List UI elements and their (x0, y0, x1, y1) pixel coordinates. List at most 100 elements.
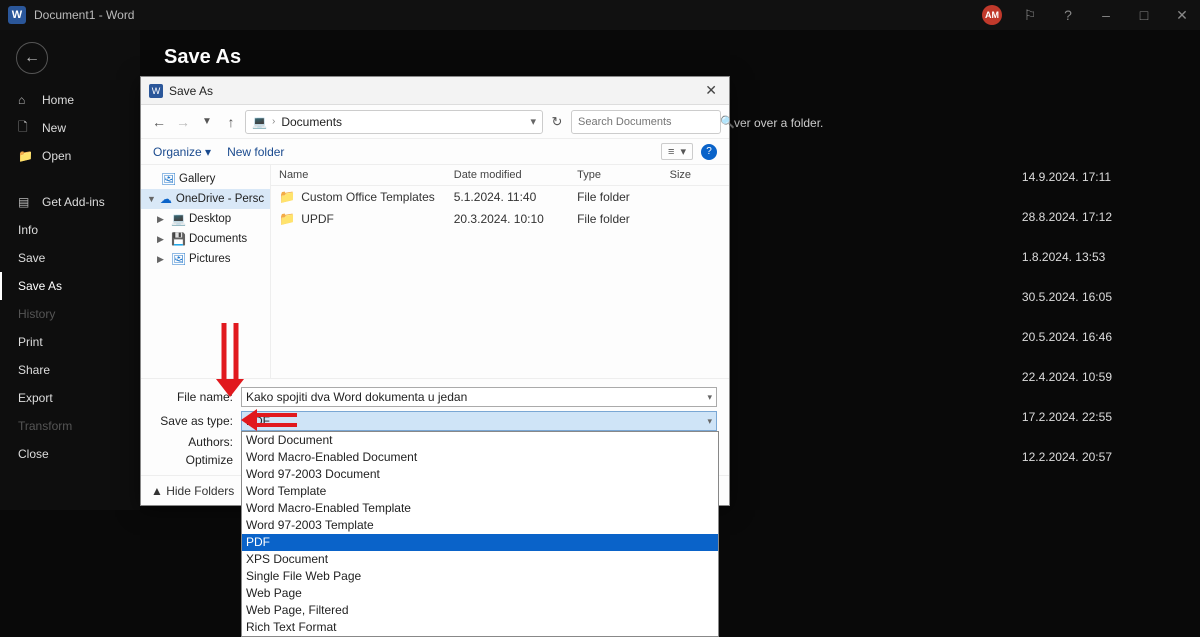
nav-up-button[interactable]: ↑ (221, 114, 241, 130)
col-header-type[interactable]: Type (577, 169, 670, 181)
expand-icon[interactable]: ▶ (157, 214, 167, 225)
sidebar-label: Share (18, 363, 50, 377)
optimize-label: Optimize (153, 453, 233, 467)
pictures-icon: 🖼 (171, 252, 185, 266)
view-toggle-button[interactable]: ≡ ▾ (661, 143, 693, 160)
minimize-button[interactable]: – (1096, 7, 1116, 23)
dropdown-option[interactable]: Word Macro-Enabled Document (242, 449, 718, 466)
dropdown-option[interactable]: Word Macro-Enabled Template (242, 500, 718, 517)
sidebar-label: Print (18, 335, 43, 349)
filename-input[interactable]: Kako spojiti dva Word dokumenta u jedan▾ (241, 387, 717, 407)
dropdown-option[interactable]: XPS Document (242, 551, 718, 568)
saveas-type-select[interactable]: PDF▾ (241, 411, 717, 431)
organize-button[interactable]: Organize ▾ (153, 145, 211, 159)
dropdown-option[interactable]: Word 97-2003 Document (242, 466, 718, 483)
sidebar-label: New (42, 121, 66, 135)
sidebar-item-share[interactable]: Share (0, 356, 140, 384)
nav-back-button[interactable]: ← (149, 114, 169, 130)
close-window-button[interactable]: ✕ (1172, 7, 1192, 24)
disk-icon: 💾 (171, 232, 185, 246)
backstage-content: Save As ver over a folder. 14.9.2024. 17… (140, 30, 1200, 510)
sidebar-item-info[interactable]: Info (0, 216, 140, 244)
chevron-down-icon[interactable]: ▾ (707, 416, 712, 427)
col-header-size[interactable]: Size (670, 169, 721, 181)
recent-dates-column: 14.9.2024. 17:11 28.8.2024. 17:12 1.8.20… (1022, 170, 1112, 464)
tree-item-onedrive[interactable]: ▼☁OneDrive - Persc (141, 189, 270, 209)
tree-item-gallery[interactable]: 🖼Gallery (141, 169, 270, 189)
open-icon: 📁 (18, 149, 32, 163)
file-row[interactable]: 📁Custom Office Templates 5.1.2024. 11:40… (271, 186, 729, 208)
sidebar-item-export[interactable]: Export (0, 384, 140, 412)
dialog-nav-bar: ← → ▼ ↑ 💻 › Documents ▾ ↻ 🔍 (141, 105, 729, 139)
nav-forward-button[interactable]: → (173, 114, 193, 130)
dialog-toolbar: Organize ▾ New folder ≡ ▾ ? (141, 139, 729, 165)
sidebar-item-saveas[interactable]: Save As (0, 272, 140, 300)
dropdown-option[interactable]: Web Page, Filtered (242, 602, 718, 619)
new-folder-button[interactable]: New folder (227, 145, 284, 159)
search-input[interactable] (578, 116, 720, 128)
search-box[interactable]: 🔍 (571, 110, 721, 134)
collapse-icon[interactable]: ▼ (147, 194, 156, 204)
dropdown-option[interactable]: PDF (242, 534, 718, 551)
recent-date: 28.8.2024. 17:12 (1022, 210, 1112, 224)
restore-button[interactable]: □ (1134, 7, 1154, 23)
col-header-name[interactable]: Name (279, 169, 454, 181)
tree-item-pictures[interactable]: ▶🖼Pictures (141, 249, 270, 269)
dropdown-option[interactable]: Web Page (242, 585, 718, 602)
dropdown-option[interactable]: Word Document (242, 432, 718, 449)
sidebar-item-print[interactable]: Print (0, 328, 140, 356)
back-button[interactable]: ← (16, 42, 48, 74)
sidebar-item-close[interactable]: Close (0, 440, 140, 468)
dropdown-option[interactable]: Word 97-2003 Template (242, 517, 718, 534)
saveas-dialog: W Save As ✕ ← → ▼ ↑ 💻 › Documents ▾ ↻ 🔍 (140, 76, 730, 506)
folder-icon: 📁 (279, 189, 295, 204)
recent-date: 20.5.2024. 16:46 (1022, 330, 1112, 344)
dropdown-option[interactable]: Word Template (242, 483, 718, 500)
expand-icon[interactable]: ▶ (157, 234, 167, 245)
address-bar[interactable]: 💻 › Documents ▾ (245, 110, 543, 134)
sidebar-item-save[interactable]: Save (0, 244, 140, 272)
dialog-titlebar: W Save As ✕ (141, 77, 729, 105)
recent-date: 12.2.2024. 20:57 (1022, 450, 1112, 464)
home-icon: ⌂ (18, 93, 32, 107)
word-app-icon: W (8, 6, 26, 24)
file-row[interactable]: 📁UPDF 20.3.2024. 10:10 File folder (271, 208, 729, 230)
expand-icon[interactable]: ▶ (157, 254, 167, 265)
gallery-icon: 🖼 (161, 172, 175, 186)
sidebar-item-history: History (0, 300, 140, 328)
tree-item-desktop[interactable]: ▶💻Desktop (141, 209, 270, 229)
search-icon[interactable]: 🔍 (720, 115, 735, 129)
saveas-type-label: Save as type: (153, 414, 233, 428)
nav-recent-button[interactable]: ▼ (197, 116, 217, 127)
feedback-icon[interactable]: ⚐ (1020, 7, 1040, 24)
sidebar-item-transform: Transform (0, 412, 140, 440)
path-segment[interactable]: Documents (281, 115, 342, 129)
saveas-type-dropdown[interactable]: Word DocumentWord Macro-Enabled Document… (241, 431, 719, 637)
help-icon[interactable]: ? (1058, 7, 1078, 23)
authors-label: Authors: (153, 435, 233, 449)
file-list: Name Date modified Type Size 📁Custom Off… (271, 165, 729, 378)
chevron-down-icon[interactable]: ▾ (707, 392, 712, 403)
dropdown-option[interactable]: Rich Text Format (242, 619, 718, 636)
sidebar-label: Save (18, 251, 45, 265)
sidebar-item-home[interactable]: ⌂Home (0, 86, 140, 114)
recent-date: 17.2.2024. 22:55 (1022, 410, 1112, 424)
sidebar-label: Export (18, 391, 53, 405)
tree-item-documents[interactable]: ▶💾Documents (141, 229, 270, 249)
column-header-row: Name Date modified Type Size (271, 165, 729, 186)
dropdown-option[interactable]: Single File Web Page (242, 568, 718, 585)
sidebar-item-addins[interactable]: ▤Get Add-ins (0, 188, 140, 216)
sidebar-item-new[interactable]: 🗋New (0, 114, 140, 142)
col-header-date[interactable]: Date modified (454, 169, 577, 181)
dialog-close-button[interactable]: ✕ (701, 82, 721, 99)
user-avatar[interactable]: AM (982, 5, 1002, 25)
filename-label: File name: (153, 390, 233, 404)
hide-folders-button[interactable]: ▲ Hide Folders (151, 484, 234, 498)
chevron-down-icon[interactable]: ▾ (530, 115, 536, 128)
sidebar-item-open[interactable]: 📁Open (0, 142, 140, 170)
recent-date: 30.5.2024. 16:05 (1022, 290, 1112, 304)
sidebar-label: Info (18, 223, 38, 237)
help-button[interactable]: ? (701, 144, 717, 160)
document-title: Document1 - Word (34, 8, 134, 22)
refresh-button[interactable]: ↻ (547, 114, 567, 130)
